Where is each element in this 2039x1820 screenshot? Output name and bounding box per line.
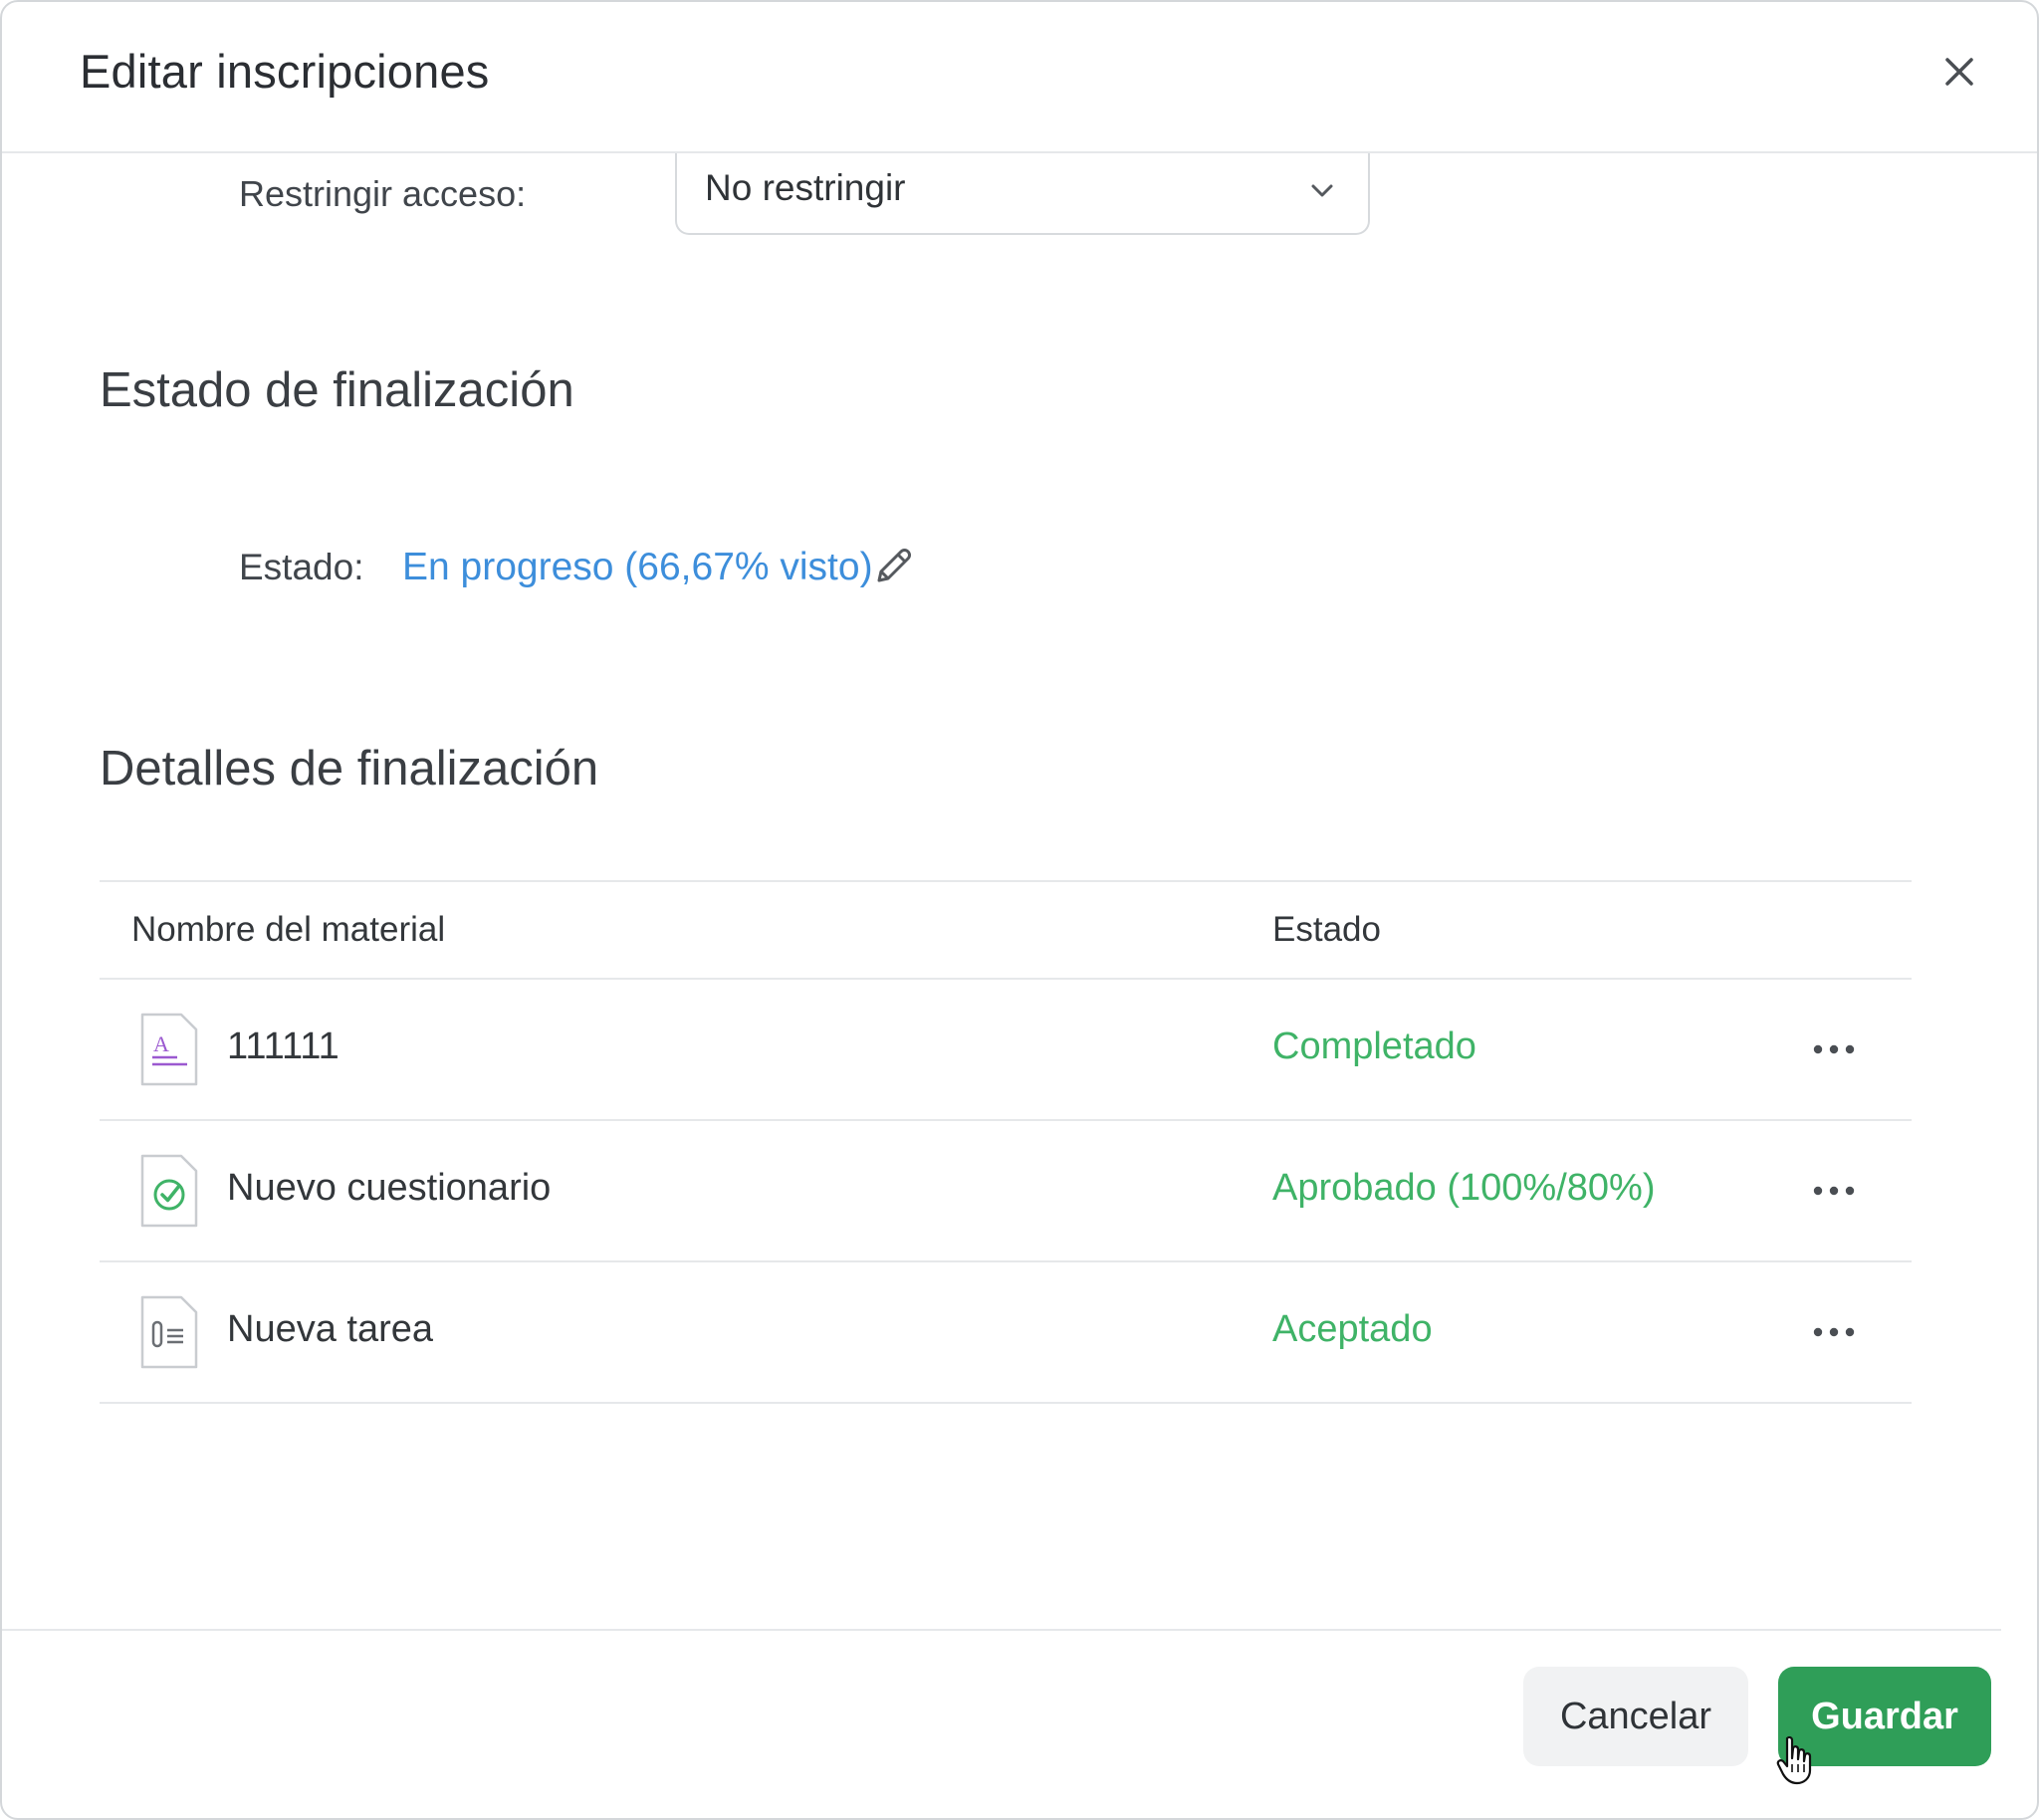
cancel-button[interactable]: Cancelar (1523, 1667, 1748, 1766)
edit-enrollments-dialog: Editar inscripciones Restringir acceso: … (0, 0, 2039, 1820)
quiz-icon (140, 1154, 198, 1228)
svg-text:A: A (153, 1031, 169, 1056)
restrict-access-select[interactable]: No restringir (675, 153, 1370, 235)
material-status: Aceptado (1272, 1308, 1433, 1350)
material-status: Aprobado (100%/80%) (1272, 1167, 1656, 1209)
more-options-icon[interactable] (1810, 1173, 1858, 1209)
more-options-icon[interactable] (1810, 1031, 1858, 1067)
status-progress-link[interactable]: En progreso (66,67% visto) (402, 546, 873, 589)
document-icon: A (140, 1013, 198, 1086)
completion-details-table: Nombre del material Estado A 111111 Comp… (100, 880, 1912, 1404)
chevron-down-icon (1311, 184, 1333, 197)
table-row: Nuevo cuestionario Aprobado (100%/80%) (100, 1121, 1912, 1262)
save-button[interactable]: Guardar (1778, 1667, 1991, 1766)
material-name: Nueva tarea (227, 1308, 434, 1350)
dialog-header: Editar inscripciones (2, 2, 2037, 153)
completion-details-title: Detalles de finalización (100, 742, 599, 796)
dialog-body: Restringir acceso: No restringir Estado … (2, 153, 2037, 1631)
dialog-title: Editar inscripciones (80, 45, 490, 98)
restrict-access-label: Restringir acceso: (239, 173, 527, 214)
material-status: Completado (1272, 1025, 1476, 1067)
table-header: Nombre del material Estado (100, 880, 1912, 980)
dialog-footer: Cancelar Guardar (2, 1629, 2037, 1818)
completion-status-title: Estado de finalización (100, 363, 574, 417)
column-header-status: Estado (1272, 910, 1381, 949)
table-row: A 111111 Completado (100, 980, 1912, 1121)
status-label: Estado: (239, 547, 364, 587)
close-icon[interactable] (1933, 46, 1985, 98)
material-name: 111111 (227, 1025, 340, 1067)
restrict-access-value: No restringir (705, 167, 906, 208)
column-header-material: Nombre del material (131, 910, 446, 949)
assignment-icon (140, 1295, 198, 1369)
footer-divider (2, 1629, 2001, 1631)
table-row: Nueva tarea Aceptado (100, 1262, 1912, 1404)
pencil-icon[interactable] (870, 544, 916, 589)
material-name: Nuevo cuestionario (227, 1167, 552, 1209)
more-options-icon[interactable] (1810, 1314, 1858, 1350)
